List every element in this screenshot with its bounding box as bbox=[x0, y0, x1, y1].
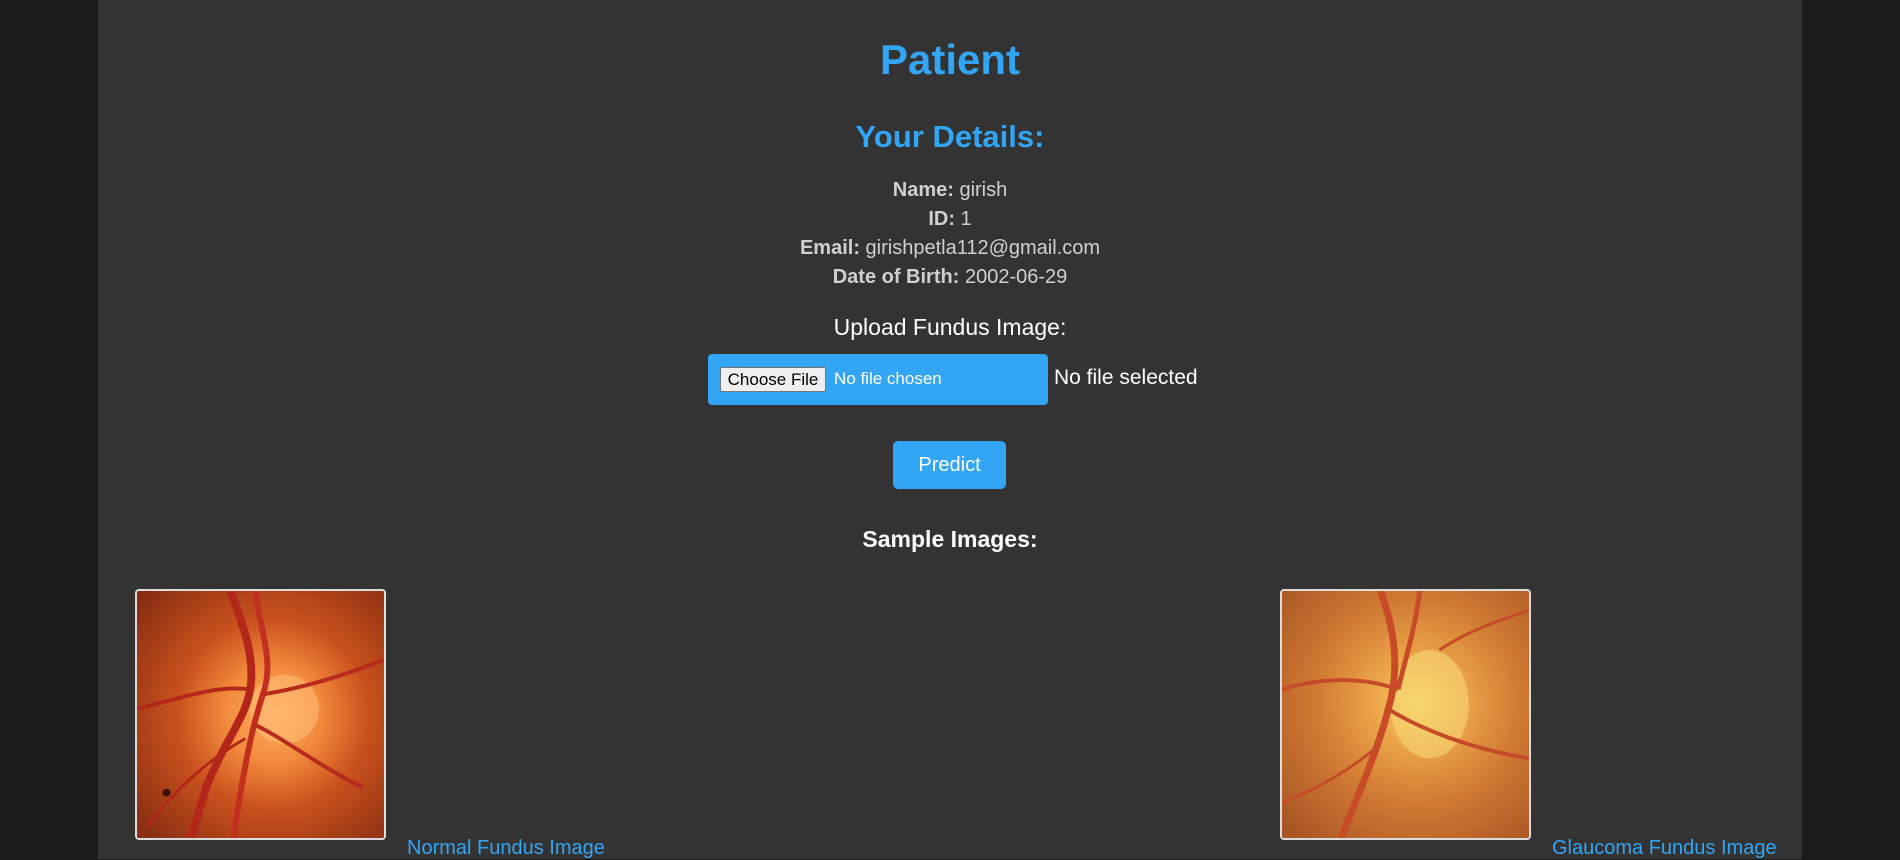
details-heading: Your Details: bbox=[855, 119, 1045, 154]
upload-label: Upload Fundus Image: bbox=[833, 314, 1067, 340]
email-value: girishpetla112@gmail.com bbox=[865, 237, 1101, 259]
choose-file-button[interactable]: Choose File bbox=[720, 367, 826, 392]
dob-label: Date of Birth: bbox=[832, 266, 960, 288]
detail-name: Name: girish bbox=[98, 176, 1802, 205]
dob-value: 2002-06-29 bbox=[964, 266, 1068, 288]
name-label: Name: bbox=[892, 179, 954, 201]
page-title: Patient bbox=[879, 36, 1021, 83]
file-input-status: No file chosen bbox=[834, 369, 942, 388]
file-input[interactable]: Choose File No file chosen bbox=[708, 354, 1048, 405]
glaucoma-fundus-link[interactable]: Glaucoma Fundus Image bbox=[1552, 836, 1777, 860]
id-label: ID: bbox=[928, 208, 955, 230]
id-value: 1 bbox=[960, 208, 972, 230]
main-panel: Patient Your Details: Name: girish ID: 1… bbox=[98, 0, 1802, 859]
sample-images-heading: Sample Images: bbox=[862, 526, 1038, 552]
detail-email: Email: girishpetla112@gmail.com bbox=[98, 234, 1802, 263]
email-label: Email: bbox=[799, 237, 860, 259]
detail-dob: Date of Birth: 2002-06-29 bbox=[98, 263, 1802, 292]
normal-fundus-link[interactable]: Normal Fundus Image bbox=[407, 836, 605, 860]
normal-fundus-image bbox=[135, 589, 386, 840]
detail-id: ID: 1 bbox=[98, 205, 1802, 234]
selection-status: No file selected bbox=[1054, 366, 1198, 389]
predict-button[interactable]: Predict bbox=[893, 441, 1006, 489]
glaucoma-fundus-image bbox=[1280, 589, 1531, 840]
name-value: girish bbox=[959, 179, 1008, 201]
